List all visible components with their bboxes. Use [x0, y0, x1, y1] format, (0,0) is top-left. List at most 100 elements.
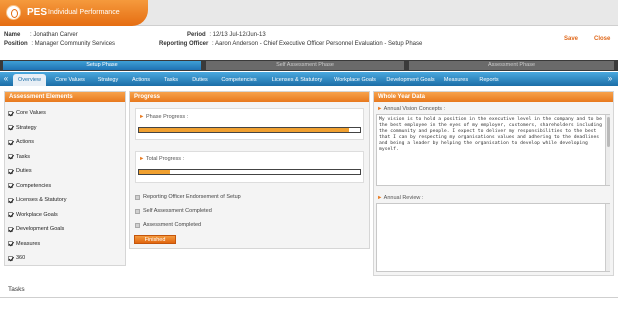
element-label: 360 [16, 255, 26, 262]
tab-measures[interactable]: Measures [440, 74, 472, 86]
tab-reports[interactable]: Reports [475, 74, 503, 86]
tab-navigation: « Overview Core Values Strategy Actions … [0, 72, 618, 86]
arrow-right-icon: ► [377, 106, 384, 112]
total-progress-label: ► Total Progress : [139, 156, 185, 162]
tab-development-goals[interactable]: Development Goals [383, 74, 438, 86]
reporting-officer-row: Reporting Officer : Aaron Anderson - Chi… [159, 41, 422, 47]
position-label: Position [4, 41, 28, 47]
endorsement-checkbox[interactable] [135, 194, 140, 200]
element-checkbox[interactable] [8, 154, 13, 160]
element-checkbox[interactable] [8, 226, 13, 232]
phase-assessment[interactable]: Assessment Phase [409, 61, 614, 70]
app-name: PES [27, 7, 48, 18]
save-button[interactable]: Save [564, 36, 578, 42]
period-label: Period [187, 32, 206, 38]
vision-scroll-thumb[interactable] [606, 117, 610, 147]
element-label: Tasks [16, 153, 31, 160]
annual-review-label: ► Annual Review : [377, 195, 424, 201]
tab-core-values[interactable]: Core Values [50, 74, 90, 86]
review-scrollbar[interactable] [605, 204, 610, 271]
element-label: Competencies [16, 182, 52, 189]
assessment-elements-title: Assessment Elements [5, 92, 125, 102]
phase-self-assessment[interactable]: Self Assessment Phase [206, 61, 404, 70]
finished-button[interactable]: Finished [134, 235, 176, 244]
element-label: Strategy [16, 124, 37, 131]
vision-scrollbar[interactable] [605, 115, 610, 185]
divider [0, 297, 618, 298]
annual-review-textarea[interactable] [376, 203, 610, 272]
list-item[interactable]: Competencies [8, 179, 122, 194]
assessment-completed-row: Assessment Completed [135, 222, 201, 228]
phase-setup[interactable]: Setup Phase [3, 61, 201, 70]
element-checkbox[interactable] [8, 197, 13, 203]
element-checkbox[interactable] [8, 139, 13, 145]
endorsement-row: Reporting Officer Endorsement of Setup [135, 194, 241, 200]
phase-progress-fill [139, 128, 349, 132]
element-checkbox[interactable] [8, 255, 13, 261]
element-checkbox[interactable] [8, 110, 13, 116]
position-row: Position : Manager Community Services [4, 41, 115, 47]
assessment-completed-checkbox[interactable] [135, 222, 140, 228]
element-label: Licenses & Statutory [16, 197, 67, 204]
list-item[interactable]: 360 [8, 251, 122, 266]
assessment-elements-list: Core Values Strategy Actions Tasks Duties Com… [5, 102, 125, 270]
arrow-right-icon: ► [139, 114, 146, 120]
position-value: : Manager Community Services [31, 41, 116, 47]
arrow-right-icon: ► [139, 156, 146, 162]
list-item[interactable]: Measures [8, 237, 122, 252]
progress-title: Progress [130, 92, 369, 102]
tabs-prev-icon[interactable]: « [2, 74, 10, 84]
phase-progress-bar [138, 127, 361, 133]
pes-logo-icon [6, 5, 21, 20]
app-subtitle: Individual Performance [48, 9, 120, 16]
self-assessment-row: Self Assessment Completed [135, 208, 212, 214]
tabs-next-icon[interactable]: » [606, 74, 614, 84]
app-logo-tab: PES Individual Performance [0, 0, 148, 26]
list-item[interactable]: Licenses & Statutory [8, 193, 122, 208]
name-label: Name [4, 32, 21, 38]
list-item[interactable]: Workplace Goals [8, 208, 122, 223]
element-label: Core Values [16, 110, 46, 117]
list-item[interactable]: Duties [8, 164, 122, 179]
tasks-section-title: Tasks [8, 286, 25, 293]
tab-strategy[interactable]: Strategy [93, 74, 123, 86]
period-value: : 12/13 Jul-12/Jun-13 [209, 32, 266, 38]
phase-progress-box [135, 108, 364, 140]
tab-duties[interactable]: Duties [186, 74, 214, 86]
tab-tasks[interactable]: Tasks [158, 74, 184, 86]
tab-overview[interactable]: Overview [13, 74, 46, 86]
arrow-right-icon: ► [377, 195, 384, 201]
tab-actions[interactable]: Actions [126, 74, 156, 86]
element-label: Actions [16, 139, 35, 146]
whole-year-data-title: Whole Year Data [374, 92, 613, 102]
name-value: : Jonathan Carver [30, 32, 78, 38]
list-item[interactable]: Actions [8, 135, 122, 150]
list-item[interactable]: Strategy [8, 121, 122, 136]
reporting-officer-value: : Aaron Anderson - Chief Executive Offic… [212, 41, 423, 47]
element-label: Measures [16, 240, 41, 247]
tab-licenses-statutory[interactable]: Licenses & Statutory [266, 74, 328, 86]
tab-competencies[interactable]: Competencies [216, 74, 262, 86]
annual-vision-textarea[interactable]: My vision is to hold a position in the e… [376, 114, 610, 186]
element-checkbox[interactable] [8, 168, 13, 174]
assessment-elements-panel: Assessment Elements Core Values Strategy A… [4, 91, 126, 266]
element-label: Workplace Goals [16, 211, 58, 218]
self-assessment-label: Self Assessment Completed [143, 208, 212, 214]
list-item[interactable]: Core Values [8, 106, 122, 121]
element-label: Duties [16, 168, 32, 175]
element-checkbox[interactable] [8, 241, 13, 247]
annual-vision-label: ► Annual Vision Concepts : [377, 106, 446, 112]
element-checkbox[interactable] [8, 125, 13, 131]
reporting-officer-label: Reporting Officer [159, 41, 209, 47]
tab-workplace-goals[interactable]: Workplace Goals [330, 74, 380, 86]
element-checkbox[interactable] [8, 183, 13, 189]
close-button[interactable]: Close [594, 36, 610, 42]
total-progress-fill [139, 170, 170, 174]
list-item[interactable]: Development Goals [8, 222, 122, 237]
element-checkbox[interactable] [8, 212, 13, 218]
assessment-completed-label: Assessment Completed [143, 222, 202, 228]
list-item[interactable]: Tasks [8, 150, 122, 165]
phase-progress-label: ► Phase Progress : [139, 114, 189, 120]
self-assessment-checkbox[interactable] [135, 208, 140, 214]
period-row: Period : 12/13 Jul-12/Jun-13 [187, 32, 266, 38]
